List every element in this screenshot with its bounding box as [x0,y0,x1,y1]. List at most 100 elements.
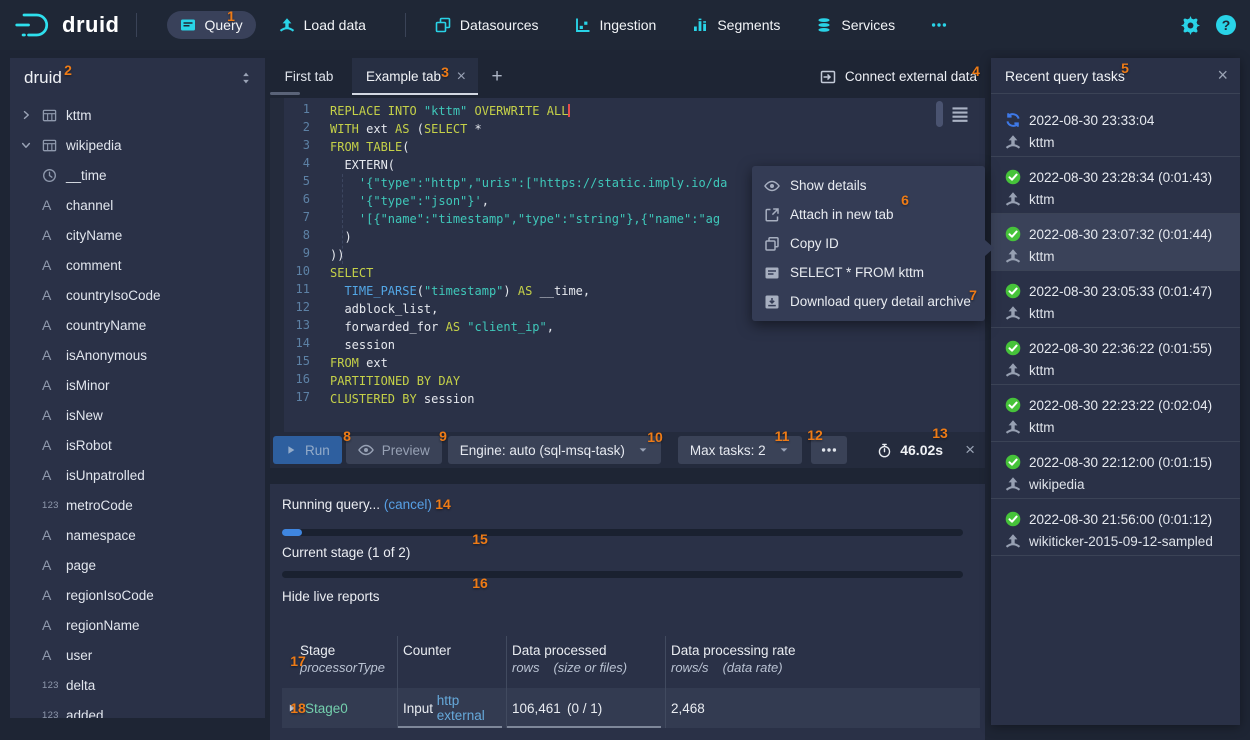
tab-first-label: First tab [285,69,334,84]
stage-table-row[interactable]: Stage0Input http external106,461(0 / 1)2… [282,688,980,728]
tree-item-delta[interactable]: 123delta [10,670,265,700]
sort-icon[interactable] [239,71,253,85]
query-tabstrip: First tab Example tab × + Connect extern… [270,58,985,95]
tree-item-comment[interactable]: Acomment [10,250,265,280]
tasks-close-icon[interactable]: × [1217,65,1228,86]
help-icon[interactable]: ? [1216,15,1236,35]
editor-scroll-indicator[interactable] [936,101,943,127]
menu-item-copy-id[interactable]: Copy ID [752,229,985,258]
connect-external-data-button[interactable]: Connect external data [820,58,977,95]
nav-item-more[interactable] [918,11,960,39]
line-number: 8 [270,228,322,246]
tree-item-isAnonymous[interactable]: AisAnonymous [10,340,265,370]
tab-example-tab[interactable]: Example tab × [352,58,478,95]
tree-item-label: page [66,558,96,573]
tree-item-kttm[interactable]: kttm [10,100,265,130]
task-item[interactable]: 2022-08-30 22:12:00 (0:01:15)wikipedia [991,442,1240,499]
string-type-icon: A [42,227,66,243]
tree-item-isNew[interactable]: AisNew [10,400,265,430]
line-number: 7 [270,210,322,228]
eye-icon [358,442,374,458]
tree-item-regionName[interactable]: AregionName [10,610,265,640]
task-timestamp: 2022-08-30 23:33:04 [1029,113,1154,128]
nav-item-services[interactable]: Services [803,11,908,39]
settings-gear-icon[interactable] [1181,16,1200,35]
nav-item-query[interactable]: Query [167,11,256,39]
task-item[interactable]: 2022-08-30 23:28:34 (0:01:43)kttm [991,157,1240,214]
ingestion-icon [575,17,591,33]
code-line-12: adblock_list, [330,300,727,318]
tree-item-isMinor[interactable]: AisMinor [10,370,265,400]
task-success-icon [1005,397,1021,413]
nav-item-query-label: Query [205,17,243,33]
text-cursor [568,104,570,117]
close-results-icon[interactable]: × [965,440,975,460]
code-line-2: WITH ext AS (SELECT * [330,120,727,138]
tree-item-namespace[interactable]: Anamespace [10,520,265,550]
nav-item-ingestion[interactable]: Ingestion [562,11,670,39]
tree-item-isRobot[interactable]: AisRobot [10,430,265,460]
tree-item-user[interactable]: Auser [10,640,265,670]
chevron-down-icon[interactable] [20,139,42,151]
col-header-counter[interactable]: Counter [397,636,506,688]
tree-item-page[interactable]: Apage [10,550,265,580]
col-header-data-processed[interactable]: Data processedrows(size or files) [506,636,665,688]
menu-item-download-query-detail-archive[interactable]: Download query detail archive [752,287,985,316]
nav-item-datasources[interactable]: Datasources [422,11,552,39]
editor-menu-icon[interactable] [950,104,970,124]
editor-code[interactable]: REPLACE INTO "kttm" OVERWRITE ALLWITH ex… [330,102,727,408]
stage-name[interactable]: Stage0 [305,701,348,716]
code-line-8: ) [330,228,727,246]
nav-item-segments[interactable]: Segments [679,11,793,39]
task-item[interactable]: 2022-08-30 23:05:33 (0:01:47)kttm [991,271,1240,328]
tree-item-isUnpatrolled[interactable]: AisUnpatrolled [10,460,265,490]
tree-item-metroCode[interactable]: 123metroCode [10,490,265,520]
nav-divider [136,13,137,37]
tree-item-countryIsoCode[interactable]: AcountryIsoCode [10,280,265,310]
code-line-7: '[{"name":"timestamp","type":"string"},{… [330,210,727,228]
task-item[interactable]: 2022-08-30 21:56:00 (0:01:12)wikiticker-… [991,499,1240,556]
files-value: (0 / 1) [567,701,602,716]
tree-item-wikipedia[interactable]: wikipedia [10,130,265,160]
task-item[interactable]: 2022-08-30 23:33:04kttm [991,94,1240,157]
col-header-data-processing-rate[interactable]: Data processing raterows/s(data rate) [665,636,980,688]
tab-close-icon[interactable]: × [449,68,466,86]
engine-dropdown[interactable]: Engine: auto (sql-msq-task) [448,436,661,464]
annotation-1: 1 [227,8,235,24]
new-tab-button[interactable]: + [482,58,512,95]
schema-name[interactable]: druid [24,68,62,88]
tree-item-__time[interactable]: __time [10,160,265,190]
chevron-right-icon[interactable] [20,109,42,121]
menu-item-show-details[interactable]: Show details [752,171,985,200]
task-datasource: kttm [1029,192,1055,207]
string-type-icon: A [42,197,66,213]
col-title: Data processing rate [671,643,980,658]
task-datasource: wikipedia [1029,477,1085,492]
task-datasource: kttm [1029,363,1055,378]
tree-item-cityName[interactable]: AcityName [10,220,265,250]
annotation-9: 9 [439,428,447,444]
current-stage-text: Current stage (1 of 2) [282,545,410,560]
hide-live-reports-link[interactable]: Hide live reports [282,589,380,604]
druid-logo[interactable]: druid [14,10,120,40]
tree-item-regionIsoCode[interactable]: AregionIsoCode [10,580,265,610]
menu-item-select-from-kttm[interactable]: SELECT * FROM kttm [752,258,985,287]
task-item[interactable]: 2022-08-30 23:07:32 (0:01:44)kttm [991,214,1240,271]
menu-item-attach-in-new-tab[interactable]: Attach in new tab [752,200,985,229]
preview-button[interactable]: Preview [346,436,442,464]
run-button[interactable]: Run [273,436,342,464]
col-title: Data processed [512,643,665,658]
nav-item-load-data[interactable]: Load data [266,11,379,39]
overall-progress-fill [282,529,302,536]
connect-external-icon [820,69,836,85]
tab-first-tab[interactable]: First tab [270,58,348,95]
line-number: 11 [270,282,322,300]
task-item[interactable]: 2022-08-30 22:36:22 (0:01:55)kttm [991,328,1240,385]
tree-item-countryName[interactable]: AcountryName [10,310,265,340]
tree-item-channel[interactable]: Achannel [10,190,265,220]
counter-link[interactable]: http external [437,693,506,723]
tree-item-added[interactable]: 123added [10,700,265,718]
task-item[interactable]: 2022-08-30 22:23:22 (0:02:04)kttm [991,385,1240,442]
cancel-link[interactable]: (cancel) [384,497,432,512]
tab-scrollbar[interactable] [270,92,300,95]
